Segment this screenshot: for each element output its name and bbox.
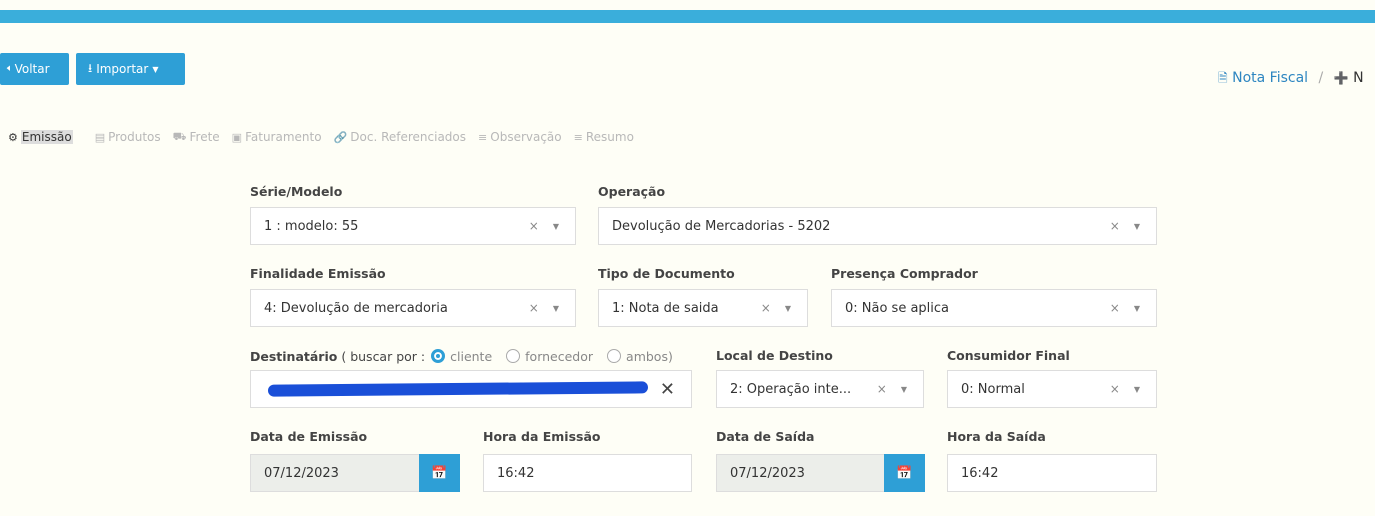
finalidade-select[interactable]: 4: Devolução de mercadoria × ▼ (250, 289, 576, 327)
hora-saida-label: Hora da Saída (947, 429, 1046, 444)
tipo-documento-select[interactable]: 1: Nota de saida × ▼ (598, 289, 808, 327)
breadcrumb-nota-fiscal[interactable]: 🗎 Nota Fiscal (1218, 70, 1313, 86)
clear-icon[interactable]: × (1110, 382, 1120, 396)
consumidor-final-select[interactable]: 0: Normal × ▼ (947, 370, 1157, 408)
top-bar (0, 10, 1375, 23)
hora-saida-input[interactable]: 16:42 (947, 454, 1157, 492)
money-icon: ▣ (231, 130, 243, 144)
clear-icon[interactable]: × (1110, 301, 1120, 315)
serie-label: Série/Modelo (250, 184, 343, 199)
serie-select[interactable]: 1 : modelo: 55 × ▼ (250, 207, 576, 245)
consumidor-final-label: Consumidor Final (947, 348, 1070, 363)
data-saida-calendar-button[interactable]: 📅 (884, 454, 925, 492)
finalidade-label: Finalidade Emissão (250, 266, 386, 281)
consumidor-final-value: 0: Normal (961, 381, 1025, 397)
operacao-value: Devolução de Mercadorias - 5202 (612, 218, 831, 234)
data-emissao-input[interactable]: 07/12/2023 (250, 454, 420, 492)
list-icon: ≡ (573, 130, 583, 144)
breadcrumb: 🗎 Nota Fiscal / ➕ N (1218, 69, 1364, 87)
operacao-select[interactable]: Devolução de Mercadorias - 5202 × ▼ (598, 207, 1157, 245)
serie-value: 1 : modelo: 55 (264, 218, 359, 234)
radio-cliente-label: cliente (450, 348, 493, 364)
tab-faturamento[interactable]: ▣ Faturamento (232, 130, 322, 144)
clear-icon[interactable]: × (1110, 219, 1120, 233)
local-destino-select[interactable]: 2: Operação inte... × ▼ (716, 370, 924, 408)
radio-ambos[interactable] (607, 349, 622, 363)
chevron-down-icon: ▼ (552, 221, 559, 231)
radio-cliente[interactable] (431, 349, 446, 363)
truck-icon: ⛟ (172, 129, 187, 143)
local-destino-value: 2: Operação inte... (730, 381, 852, 397)
link-icon: 🔗 (333, 130, 348, 144)
tab-observacao[interactable]: ≡ Observação (478, 130, 562, 144)
clear-icon[interactable]: × (877, 382, 887, 396)
data-emissao-label: Data de Emissão (250, 429, 368, 444)
close-icon[interactable]: ✕ (660, 379, 675, 400)
chevron-down-icon: ▼ (784, 303, 791, 313)
data-saida-input[interactable]: 07/12/2023 (716, 454, 886, 492)
data-saida-value: 07/12/2023 (730, 465, 805, 481)
breadcrumb-current: ➕ N (1333, 70, 1364, 86)
chevron-down-icon: ▼ (900, 384, 907, 394)
radio-fornecedor[interactable] (506, 349, 521, 363)
radio-ambos-label: ambos) (626, 348, 673, 364)
buscar-label: ( buscar por : (341, 348, 426, 364)
clear-icon[interactable]: × (529, 219, 539, 233)
download-icon: ⭳ (88, 60, 93, 75)
tab-bar: ⚙ Emissão ▤ Produtos ⛟ Frete ▣ Faturamen… (8, 128, 646, 146)
tab-resumo[interactable]: ≡ Resumo (574, 130, 634, 144)
document-icon: 🗎 (1218, 71, 1228, 85)
barcode-icon: ▤ (94, 130, 106, 144)
chevron-down-icon: ▼ (1133, 221, 1140, 231)
chevron-down-icon: ▼ (152, 64, 159, 74)
list-icon: ≡ (478, 130, 488, 144)
arrow-left-icon: 🢐 (6, 60, 11, 75)
clear-icon[interactable]: × (761, 301, 771, 315)
clear-icon[interactable]: × (529, 301, 539, 315)
plus-circle-icon: ➕ (1333, 71, 1349, 85)
chevron-down-icon: ▼ (552, 303, 559, 313)
breadcrumb-separator: / (1318, 70, 1324, 86)
import-button-label: Importar (96, 62, 149, 76)
radio-fornecedor-label: fornecedor (525, 348, 594, 364)
tab-frete[interactable]: ⛟ Frete (173, 130, 220, 145)
calendar-icon: 📅 (431, 465, 448, 481)
back-button[interactable]: 🢐 Voltar (0, 53, 69, 85)
gear-icon: ⚙ (8, 130, 18, 144)
presenca-value: 0: Não se aplica (845, 300, 950, 316)
back-button-label: Voltar (14, 62, 50, 76)
tipo-documento-label: Tipo de Documento (598, 266, 735, 281)
tipo-documento-value: 1: Nota de saida (612, 300, 719, 316)
hora-saida-value: 16:42 (961, 465, 999, 481)
presenca-select[interactable]: 0: Não se aplica × ▼ (831, 289, 1157, 327)
operacao-label: Operação (598, 184, 666, 199)
destinatario-label: Destinatário (250, 348, 338, 364)
hora-emissao-label: Hora da Emissão (483, 429, 601, 444)
presenca-label: Presença Comprador (831, 266, 978, 281)
data-emissao-value: 07/12/2023 (264, 465, 339, 481)
destinatario-label-row: Destinatário ( buscar por : cliente forn… (250, 347, 673, 365)
tab-emissao[interactable]: ⚙ Emissão (8, 130, 73, 144)
local-destino-label: Local de Destino (716, 348, 833, 363)
chevron-down-icon: ▼ (1133, 384, 1140, 394)
hora-emissao-input[interactable]: 16:42 (483, 454, 692, 492)
tab-produtos[interactable]: ▤ Produtos (95, 130, 161, 144)
data-emissao-calendar-button[interactable]: 📅 (419, 454, 460, 492)
finalidade-value: 4: Devolução de mercadoria (264, 300, 448, 316)
data-saida-label: Data de Saída (716, 429, 815, 444)
chevron-down-icon: ▼ (1133, 303, 1140, 313)
import-button[interactable]: ⭳ Importar ▼ (76, 53, 185, 85)
calendar-icon: 📅 (896, 465, 913, 481)
hora-emissao-value: 16:42 (497, 465, 535, 481)
tab-doc-referenciados[interactable]: 🔗 Doc. Referenciados (334, 130, 466, 144)
